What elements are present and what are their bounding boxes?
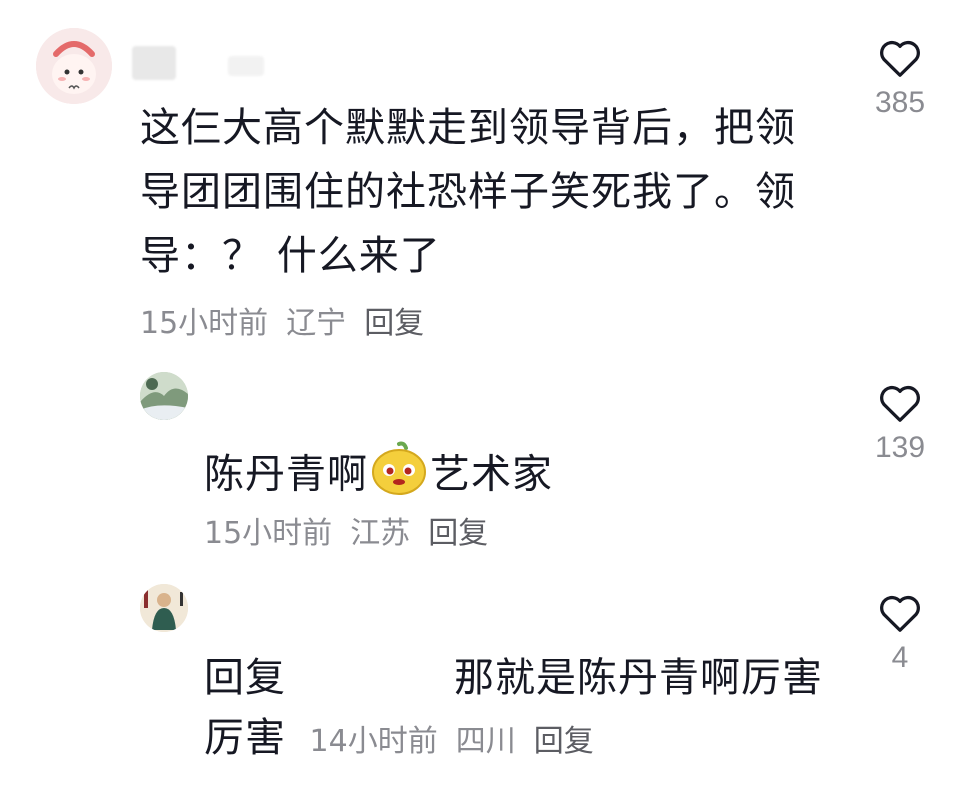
comment-3: 回复 那就是陈丹青啊厉害厉害 14小时前 四川 回复 4 (0, 0, 960, 798)
timestamp: 14小时前 (309, 724, 438, 759)
reply-button[interactable]: 回复 (534, 724, 594, 759)
like-count: 4 (891, 641, 909, 674)
heart-icon[interactable] (878, 593, 922, 633)
location: 四川 (455, 724, 516, 759)
like-button[interactable]: 4 (865, 593, 935, 675)
comment-text: 那就是陈丹青啊厉害厉害 14小时前 四川 回复 (204, 648, 824, 772)
avatar[interactable] (140, 584, 188, 632)
painting-avatar-icon (140, 584, 188, 632)
comment-meta: 14小时前 四川 回复 (300, 724, 612, 759)
